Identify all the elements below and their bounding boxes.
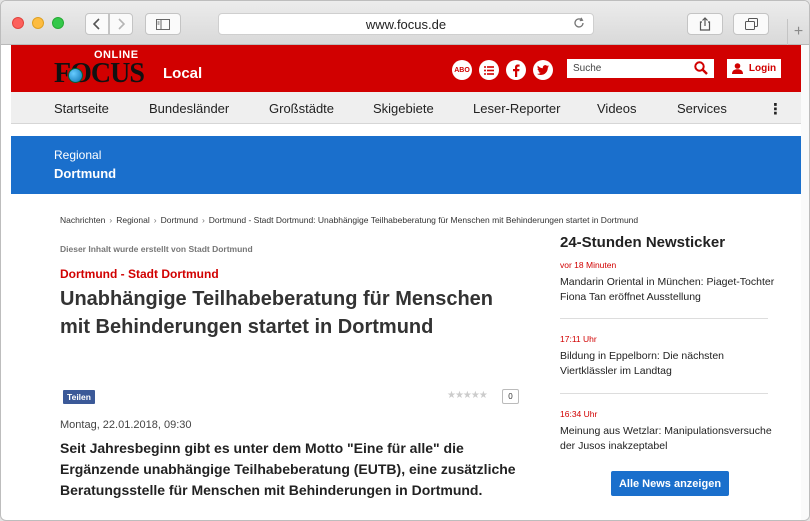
article-headline: Unabhängige Teilhabeberatung für Mensche… xyxy=(60,288,494,338)
site-header: ONLINE FOCUS Local ABO Login xyxy=(11,45,809,92)
login-button[interactable]: Login xyxy=(727,59,781,78)
article-kicker: Dortmund - Stadt Dortmund xyxy=(60,267,219,281)
facebook-icon[interactable] xyxy=(506,60,526,80)
share-icon xyxy=(699,17,711,31)
globe-icon xyxy=(68,68,83,83)
breadcrumb: Nachrichten › Regional › Dortmund › Dortmund -… xyxy=(60,215,638,225)
browser-window: www.focus.de + ONLINE FOCUS Local ABO Su… xyxy=(0,0,810,521)
news-text[interactable]: Mandarin Oriental in München: Piaget-Toc… xyxy=(560,275,780,305)
abo-icon[interactable]: ABO xyxy=(452,60,472,80)
tabs-icon xyxy=(744,18,758,30)
more-menu-icon[interactable]: ⋮ xyxy=(768,100,783,118)
minimize-window-button[interactable] xyxy=(32,17,44,29)
forward-button[interactable] xyxy=(109,13,133,35)
news-text[interactable]: Meinung aus Wetzlar: Manipulationsversuc… xyxy=(560,424,780,454)
city-label[interactable]: Dortmund xyxy=(54,166,116,181)
nav-item-bundeslaender[interactable]: Bundesländer xyxy=(149,101,229,116)
main-nav: Startseite Bundesländer Großstädte Skige… xyxy=(11,92,809,124)
close-window-button[interactable] xyxy=(12,17,24,29)
region-banner: Regional Dortmund xyxy=(11,136,809,194)
article-date: Montag, 22.01.2018, 09:30 xyxy=(60,419,192,431)
nav-item-grossstaedte[interactable]: Großstädte xyxy=(269,101,334,116)
nav-item-services[interactable]: Services xyxy=(677,101,727,116)
star-rating[interactable]: ★★★★★ xyxy=(447,390,488,401)
divider xyxy=(560,318,768,319)
address-bar[interactable]: www.focus.de xyxy=(218,13,594,35)
nav-item-skigebiete[interactable]: Skigebiete xyxy=(373,101,434,116)
sidebar-toggle-button[interactable] xyxy=(145,13,181,35)
breadcrumb-item[interactable]: Regional xyxy=(116,215,150,225)
section-label[interactable]: Local xyxy=(163,65,202,82)
breadcrumb-current: Dortmund - Stadt Dortmund: Unabhängige T… xyxy=(208,215,639,225)
rating-count: 0 xyxy=(502,389,519,404)
breadcrumb-item[interactable]: Dortmund xyxy=(161,215,198,225)
article-byline: Dieser Inhalt wurde erstellt von Stadt D… xyxy=(60,244,253,254)
back-button[interactable] xyxy=(85,13,109,35)
all-news-button[interactable]: Alle News anzeigen xyxy=(611,471,729,496)
zoom-window-button[interactable] xyxy=(52,17,64,29)
news-item[interactable]: 16:34 Uhr Meinung aus Wetzlar: Manipulat… xyxy=(560,409,780,454)
article-lead: Seit Jahresbeginn gibt es unter dem Mott… xyxy=(60,440,516,498)
url-text: www.focus.de xyxy=(365,16,447,32)
sidebar-icon xyxy=(156,18,170,30)
nav-item-startseite[interactable]: Startseite xyxy=(54,101,109,116)
news-item[interactable]: vor 18 Minuten Mandarin Oriental in Münc… xyxy=(560,260,780,305)
chevron-right-icon: › xyxy=(109,215,113,225)
new-tab-button[interactable]: + xyxy=(787,19,809,45)
reload-icon[interactable] xyxy=(573,17,585,32)
nav-item-leser-reporter[interactable]: Leser-Reporter xyxy=(473,101,560,116)
newsticker-title: 24-Stunden Newsticker xyxy=(560,234,726,251)
user-icon xyxy=(731,63,743,74)
menu-list-icon[interactable] xyxy=(479,60,499,80)
breadcrumb-item[interactable]: Nachrichten xyxy=(60,215,105,225)
login-label: Login xyxy=(748,63,777,74)
chevron-right-icon xyxy=(118,18,125,30)
news-time: 16:34 Uhr xyxy=(560,409,598,419)
chevron-right-icon: › xyxy=(201,215,205,225)
chevron-left-icon xyxy=(93,18,100,30)
news-time: 17:11 Uhr xyxy=(560,334,597,344)
region-label[interactable]: Regional xyxy=(54,148,101,162)
share-button[interactable] xyxy=(687,13,723,35)
share-button[interactable]: Teilen xyxy=(63,390,95,404)
scrollbar[interactable] xyxy=(801,45,809,520)
search-input[interactable] xyxy=(567,63,687,74)
show-tabs-button[interactable] xyxy=(733,13,769,35)
browser-toolbar: www.focus.de + xyxy=(1,1,809,45)
divider xyxy=(560,393,768,394)
chevron-right-icon: › xyxy=(153,215,157,225)
news-item[interactable]: 17:11 Uhr Bildung in Eppelborn: Die näch… xyxy=(560,334,780,379)
nav-item-videos[interactable]: Videos xyxy=(597,101,637,116)
twitter-icon[interactable] xyxy=(533,60,553,80)
news-time: vor 18 Minuten xyxy=(560,260,617,270)
search-box xyxy=(567,59,714,78)
news-text[interactable]: Bildung in Eppelborn: Die nächsten Viert… xyxy=(560,349,780,379)
focus-online-logo[interactable]: ONLINE FOCUS xyxy=(54,48,154,88)
search-icon[interactable] xyxy=(694,61,708,75)
